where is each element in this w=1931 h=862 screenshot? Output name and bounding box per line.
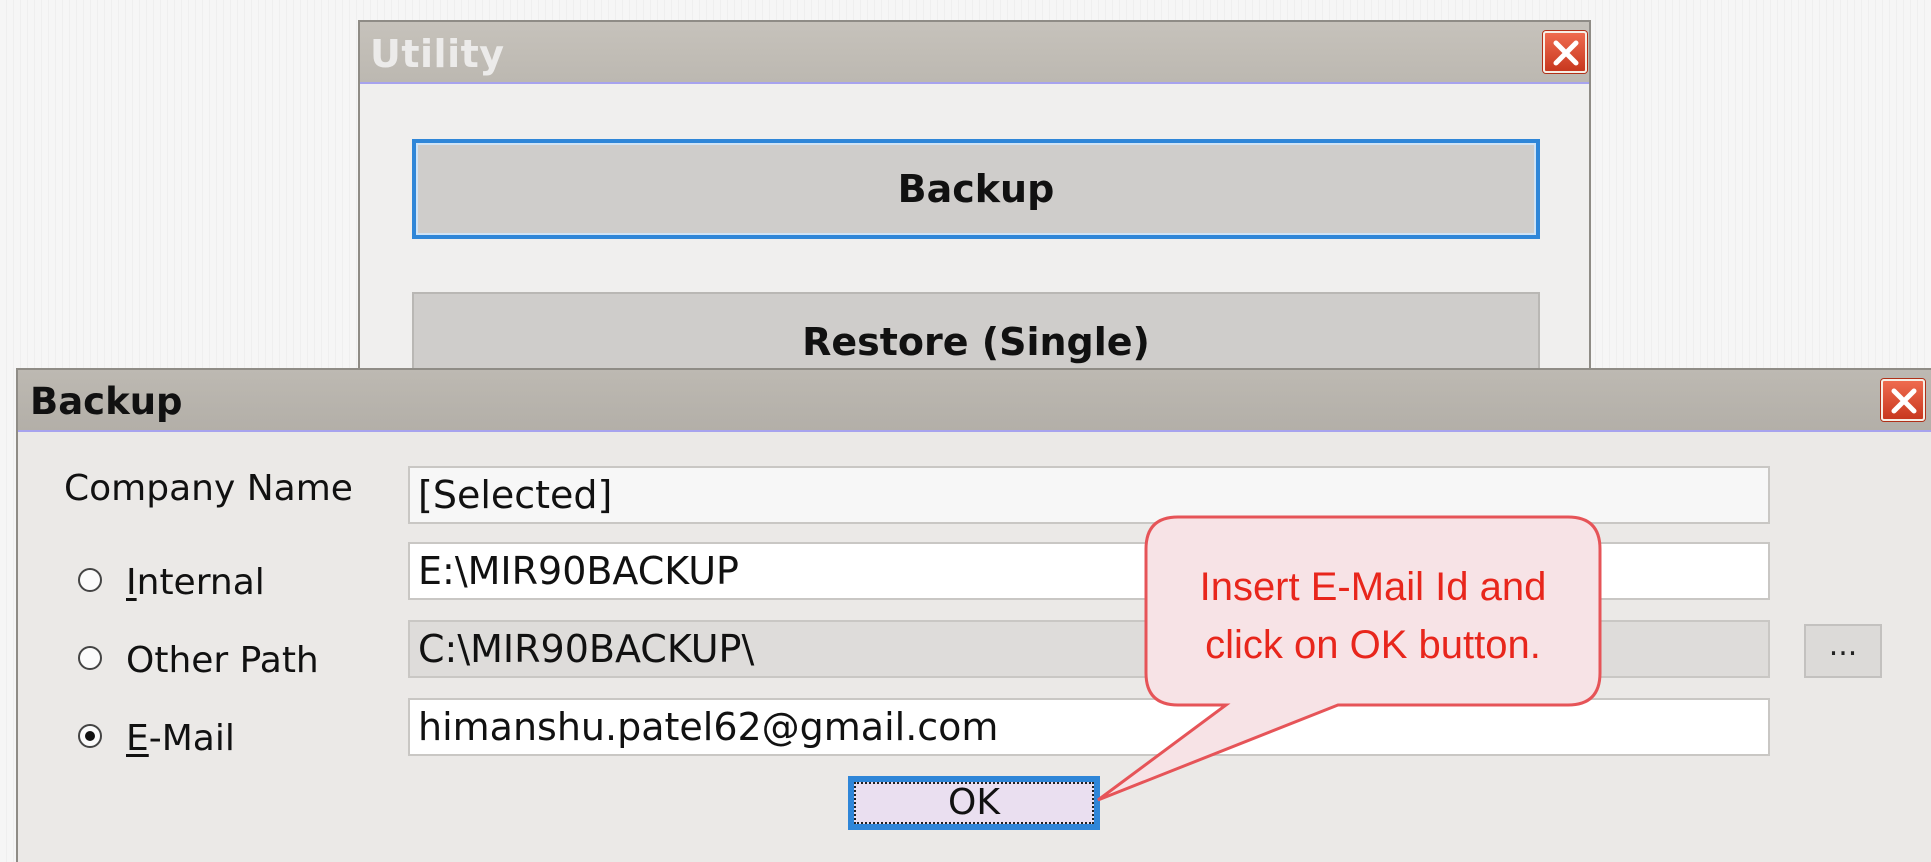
callout-line-1: Insert E-Mail Id and xyxy=(1199,565,1547,609)
callout-line-2: click on OK button. xyxy=(1205,623,1541,667)
callout-bubble xyxy=(1097,515,1602,802)
callout-text: Insert E-Mail Id and click on OK button. xyxy=(1146,558,1600,704)
